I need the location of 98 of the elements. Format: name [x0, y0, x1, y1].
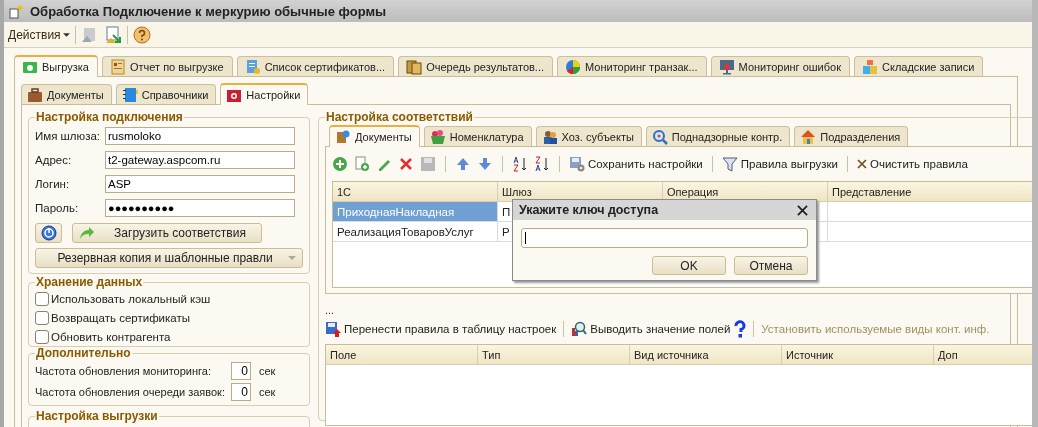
sort-ascending-icon[interactable]: [512, 156, 528, 172]
column-header: Источник: [782, 345, 934, 364]
document-arrow-icon[interactable]: [103, 25, 122, 44]
input-field[interactable]: t2-gateway.aspcom.ru: [105, 151, 295, 169]
tab[interactable]: Выгрузка: [14, 55, 98, 77]
ellipsis-label: ...: [325, 304, 336, 316]
group-title: Настройка выгрузки: [35, 410, 159, 423]
close-icon[interactable]: [797, 204, 808, 216]
documents-icon: [406, 58, 423, 75]
delete-icon[interactable]: [398, 156, 414, 172]
notebook-icon: [121, 86, 138, 103]
tab[interactable]: Список сертификатов...: [236, 56, 395, 76]
tab[interactable]: Мониторинг транзак...: [557, 56, 707, 76]
save-icon: [325, 321, 341, 337]
document-icon: [109, 58, 126, 75]
group-title: Хранение данных: [35, 276, 144, 289]
column-header: 1С: [333, 182, 498, 201]
magnifier-icon: [571, 321, 588, 337]
arrow-icon: [79, 225, 95, 241]
column-header: Поле: [326, 345, 478, 364]
checkbox[interactable]: [35, 310, 49, 325]
close-icon: [857, 159, 867, 169]
checkbox[interactable]: [35, 329, 49, 344]
sort-descending-icon[interactable]: [534, 156, 550, 172]
house-icon: [800, 128, 817, 145]
certificate-icon: [244, 58, 261, 75]
monitor-icon: [718, 58, 735, 75]
arrow-down-icon[interactable]: [477, 156, 493, 172]
column-header: Представление: [831, 184, 913, 200]
number-field[interactable]: 0: [231, 361, 251, 380]
input-field[interactable]: [521, 228, 808, 248]
unit-label: сек: [259, 364, 276, 377]
caret-icon: [62, 32, 70, 37]
copy-icon[interactable]: [354, 156, 370, 172]
load-button[interactable]: Загрузить соответствия: [72, 223, 262, 243]
folder-icon: [226, 87, 243, 103]
tab[interactable]: Документы: [21, 84, 112, 104]
ok-button[interactable]: OK: [652, 256, 726, 275]
checkbox-label: Обновить контрагента: [51, 330, 171, 343]
add-icon[interactable]: [332, 156, 348, 172]
funnel-icon: [721, 156, 738, 172]
tab[interactable]: Номенклатура: [423, 126, 532, 146]
pie-chart-icon: [565, 58, 582, 75]
boxes-icon: [862, 58, 878, 75]
input-field[interactable]: ASP: [105, 175, 295, 193]
briefcase-icon: [27, 86, 43, 103]
tab[interactable]: Хоз. субъекты: [535, 126, 642, 146]
form-icon: [8, 3, 24, 19]
dropdown-button[interactable]: Резервная копия и шаблонные правли: [35, 248, 303, 268]
save-icon: [569, 156, 585, 172]
window-title: Обработка Подключение к меркурию обычные формы: [30, 3, 387, 19]
group-title: Настройка соответствий: [325, 111, 474, 124]
dialog-title: Укажите ключ доступа: [519, 203, 659, 217]
unit-label: сек: [259, 385, 276, 398]
field-label: Имя шлюза:: [35, 130, 102, 142]
tab[interactable]: Настройки: [220, 83, 309, 105]
column-header: Вид источника: [630, 345, 782, 364]
field-label: Логин:: [35, 178, 71, 190]
people-icon: [541, 128, 558, 145]
basket-icon: [429, 128, 446, 145]
input-field[interactable]: rusmoloko: [105, 127, 295, 145]
export-rules-button[interactable]: Правила выгрузки: [721, 156, 838, 172]
transfer-rules-button[interactable]: Перенести правила в таблицу настроек: [325, 321, 557, 337]
checkbox-label: Возвращать сертификаты: [51, 311, 190, 324]
tab[interactable]: Подразделения: [794, 126, 909, 146]
checkbox-label: Использовать локальный кэш: [51, 292, 211, 305]
folder-icon: [22, 59, 38, 75]
group-title: Дополнительно: [35, 347, 132, 360]
tab[interactable]: Мониторинг ошибок: [710, 56, 850, 76]
clear-rules-button[interactable]: Очистить правила: [857, 158, 968, 170]
column-header: Тип: [478, 345, 630, 364]
column-header: Доп: [937, 347, 959, 363]
caret-icon: [288, 256, 296, 260]
connect-button[interactable]: [35, 223, 62, 243]
tab[interactable]: Справочники: [115, 84, 217, 104]
help-icon[interactable]: [734, 320, 747, 338]
actions-menu[interactable]: Действия: [8, 27, 70, 42]
number-field[interactable]: 0: [231, 382, 251, 401]
arrow-up-icon[interactable]: [455, 156, 471, 172]
field-label: Частота обновления очереди заявок:: [35, 385, 226, 398]
checkbox[interactable]: [35, 291, 49, 306]
field-label: Частота обновления мониторинга:: [35, 364, 212, 377]
save-settings-button[interactable]: Сохранить настройки: [569, 156, 703, 172]
magnifier-icon: [651, 128, 668, 145]
tab[interactable]: Складские записи: [854, 56, 984, 76]
tab[interactable]: Поднадзорные контр.: [645, 126, 791, 146]
documents-icon: [335, 129, 351, 145]
tab[interactable]: Отчет по выгрузке: [101, 56, 233, 76]
show-field-values-button[interactable]: Выводить значение полей: [571, 321, 731, 337]
tab[interactable]: Очередь результатов...: [398, 56, 554, 76]
field-label: Адрес:: [35, 154, 73, 166]
help-icon[interactable]: [132, 25, 151, 44]
group-title: Настройка подключения: [35, 111, 184, 124]
field-label: Пароль:: [35, 202, 80, 214]
table-cell[interactable]: РеализацияТоваровУслуг: [333, 222, 498, 241]
tab[interactable]: Документы: [329, 125, 420, 147]
input-field[interactable]: ●●●●●●●●●●: [105, 199, 295, 217]
cancel-button[interactable]: Отмена: [734, 256, 808, 275]
